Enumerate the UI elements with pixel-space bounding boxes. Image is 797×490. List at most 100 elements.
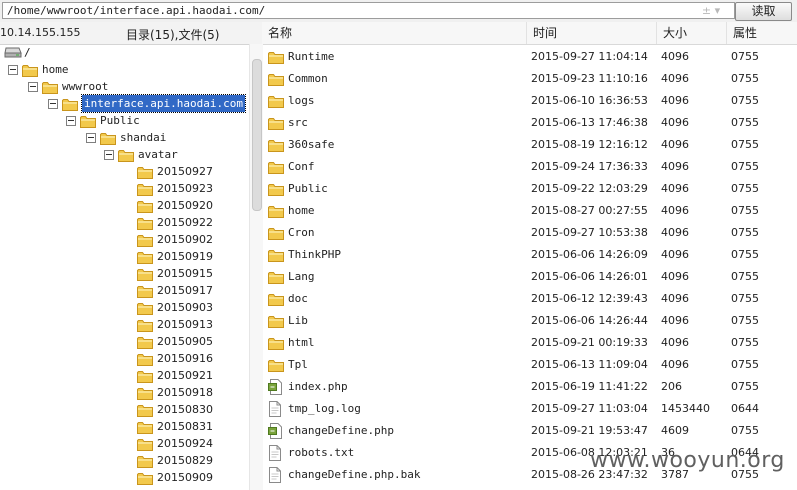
file-size: 4096 xyxy=(661,226,689,239)
file-row[interactable]: changeDefine.php 2015-09-21 19:53:47 4609 0… xyxy=(262,420,797,442)
file-row[interactable]: Public 2015-09-22 12:03:29 4096 0755 xyxy=(262,178,797,200)
file-name: logs xyxy=(288,94,315,107)
tree-node[interactable]: 20150916 xyxy=(0,350,248,367)
file-row[interactable]: html 2015-09-21 00:19:33 4096 0755 xyxy=(262,332,797,354)
tree-node[interactable]: 20150913 xyxy=(0,316,248,333)
tree-node[interactable]: home xyxy=(0,61,248,78)
folder-icon xyxy=(268,336,284,350)
tree-node[interactable]: Public xyxy=(0,112,248,129)
folder-icon xyxy=(137,183,153,196)
file-size: 4096 xyxy=(661,116,689,129)
file-row[interactable]: tmp_log.log 2015-09-27 11:03:04 1453440 064… xyxy=(262,398,797,420)
file-name: home xyxy=(288,204,315,217)
folder-icon xyxy=(137,217,153,230)
file-time: 2015-06-06 14:26:44 xyxy=(531,314,648,327)
file-time: 2015-09-21 19:53:47 xyxy=(531,424,648,437)
tree-node[interactable]: 20150920 xyxy=(0,197,248,214)
file-permissions: 0644 xyxy=(731,402,759,415)
file-row[interactable]: Lang 2015-06-06 14:26:01 4096 0755 xyxy=(262,266,797,288)
file-row[interactable]: 360safe 2015-08-19 12:16:12 4096 0755 xyxy=(262,134,797,156)
tree-node-label-selected: interface.api.haodai.com xyxy=(81,94,246,113)
drive-icon xyxy=(4,46,22,58)
read-button[interactable]: 读取 xyxy=(735,2,792,21)
file-name: tmp_log.log xyxy=(288,402,361,415)
folder-icon xyxy=(137,472,153,485)
file-size: 4096 xyxy=(661,248,689,261)
column-permissions[interactable]: 属性 xyxy=(726,22,797,44)
tree-node[interactable]: 20150902 xyxy=(0,231,248,248)
folder-icon xyxy=(137,404,153,417)
collapse-toggle-icon[interactable] xyxy=(48,99,58,109)
file-row[interactable]: Runtime 2015-09-27 11:04:14 4096 0755 xyxy=(262,46,797,68)
tree-node[interactable]: 20150903 xyxy=(0,299,248,316)
path-dropdown-icon[interactable]: ± ▾ xyxy=(697,3,725,18)
file-row[interactable]: logs 2015-06-10 16:36:53 4096 0755 xyxy=(262,90,797,112)
file-row[interactable]: Cron 2015-09-27 10:53:38 4096 0755 xyxy=(262,222,797,244)
collapse-toggle-icon[interactable] xyxy=(8,65,18,75)
file-size: 4096 xyxy=(661,336,689,349)
tree-node[interactable]: 20150905 xyxy=(0,333,248,350)
tree-node[interactable]: avatar xyxy=(0,146,248,163)
tree-scrollbar-thumb[interactable] xyxy=(252,59,262,211)
tree-node-label: wwwroot xyxy=(62,80,109,93)
tree-node[interactable]: shandai xyxy=(0,129,248,146)
file-permissions: 0755 xyxy=(731,314,759,327)
collapse-toggle-icon[interactable] xyxy=(66,116,76,126)
tree-node[interactable]: 20150915 xyxy=(0,265,248,282)
folder-icon xyxy=(268,72,284,86)
tree-node[interactable]: 20150917 xyxy=(0,282,248,299)
file-row[interactable]: Common 2015-09-23 11:10:16 4096 0755 xyxy=(262,68,797,90)
tree-node[interactable]: 20150831 xyxy=(0,418,248,435)
file-permissions: 0755 xyxy=(731,424,759,437)
file-row[interactable]: ThinkPHP 2015-06-06 14:26:09 4096 0755 xyxy=(262,244,797,266)
collapse-toggle-icon[interactable] xyxy=(86,133,96,143)
file-size: 4096 xyxy=(661,138,689,151)
tree-node[interactable]: 20150927 xyxy=(0,163,248,180)
collapse-toggle-icon[interactable] xyxy=(104,150,114,160)
directory-summary: 目录(15),文件(5) xyxy=(126,28,220,42)
tree-node[interactable]: 20150921 xyxy=(0,367,248,384)
tree-node-label: 20150902 xyxy=(157,233,213,246)
tree-node[interactable]: 20150918 xyxy=(0,384,248,401)
column-name[interactable]: 名称 xyxy=(262,22,526,44)
tree-node[interactable]: / xyxy=(0,44,248,61)
file-time: 2015-09-27 11:04:14 xyxy=(531,50,648,63)
file-row[interactable]: src 2015-06-13 17:46:38 4096 0755 xyxy=(262,112,797,134)
tree-node[interactable]: 20150923 xyxy=(0,180,248,197)
folder-icon xyxy=(62,98,78,111)
tree-node-label: 20150903 xyxy=(157,301,213,314)
tree-node[interactable]: 20150919 xyxy=(0,248,248,265)
folder-icon xyxy=(137,336,153,349)
tree-node-label: 20150905 xyxy=(157,335,213,348)
file-icon xyxy=(268,445,284,461)
file-row[interactable]: Lib 2015-06-06 14:26:44 4096 0755 xyxy=(262,310,797,332)
tree-node[interactable]: 20150924 xyxy=(0,435,248,452)
file-name: changeDefine.php.bak xyxy=(288,468,421,481)
column-time[interactable]: 时间 xyxy=(526,22,657,44)
column-size[interactable]: 大小 xyxy=(656,22,723,44)
file-size: 4096 xyxy=(661,160,689,173)
path-input[interactable]: /home/wwwroot/interface.api.haodai.com/ xyxy=(2,2,735,19)
file-permissions: 0755 xyxy=(731,138,759,151)
tree-node[interactable]: 20150830 xyxy=(0,401,248,418)
file-time: 2015-08-19 12:16:12 xyxy=(531,138,648,151)
tree-node[interactable]: 20150909 xyxy=(0,469,248,486)
tree-node[interactable]: wwwroot xyxy=(0,78,248,95)
file-row[interactable]: index.php 2015-06-19 11:41:22 206 0755 xyxy=(262,376,797,398)
file-row[interactable]: home 2015-08-27 00:27:55 4096 0755 xyxy=(262,200,797,222)
folder-icon xyxy=(100,132,116,145)
tree-scrollbar[interactable] xyxy=(249,44,263,490)
file-permissions: 0755 xyxy=(731,94,759,107)
file-name: Common xyxy=(288,72,328,85)
file-row[interactable]: doc 2015-06-12 12:39:43 4096 0755 xyxy=(262,288,797,310)
file-row[interactable]: Tpl 2015-06-13 11:09:04 4096 0755 xyxy=(262,354,797,376)
tree-node[interactable]: 20150829 xyxy=(0,452,248,469)
file-row[interactable]: Conf 2015-09-24 17:36:33 4096 0755 xyxy=(262,156,797,178)
collapse-toggle-icon[interactable] xyxy=(28,82,38,92)
folder-icon xyxy=(118,149,134,162)
folder-icon xyxy=(137,251,153,264)
tree-node[interactable]: interface.api.haodai.com xyxy=(0,94,248,113)
file-permissions: 0755 xyxy=(731,270,759,283)
file-time: 2015-06-06 14:26:09 xyxy=(531,248,648,261)
tree-node[interactable]: 20150922 xyxy=(0,214,248,231)
